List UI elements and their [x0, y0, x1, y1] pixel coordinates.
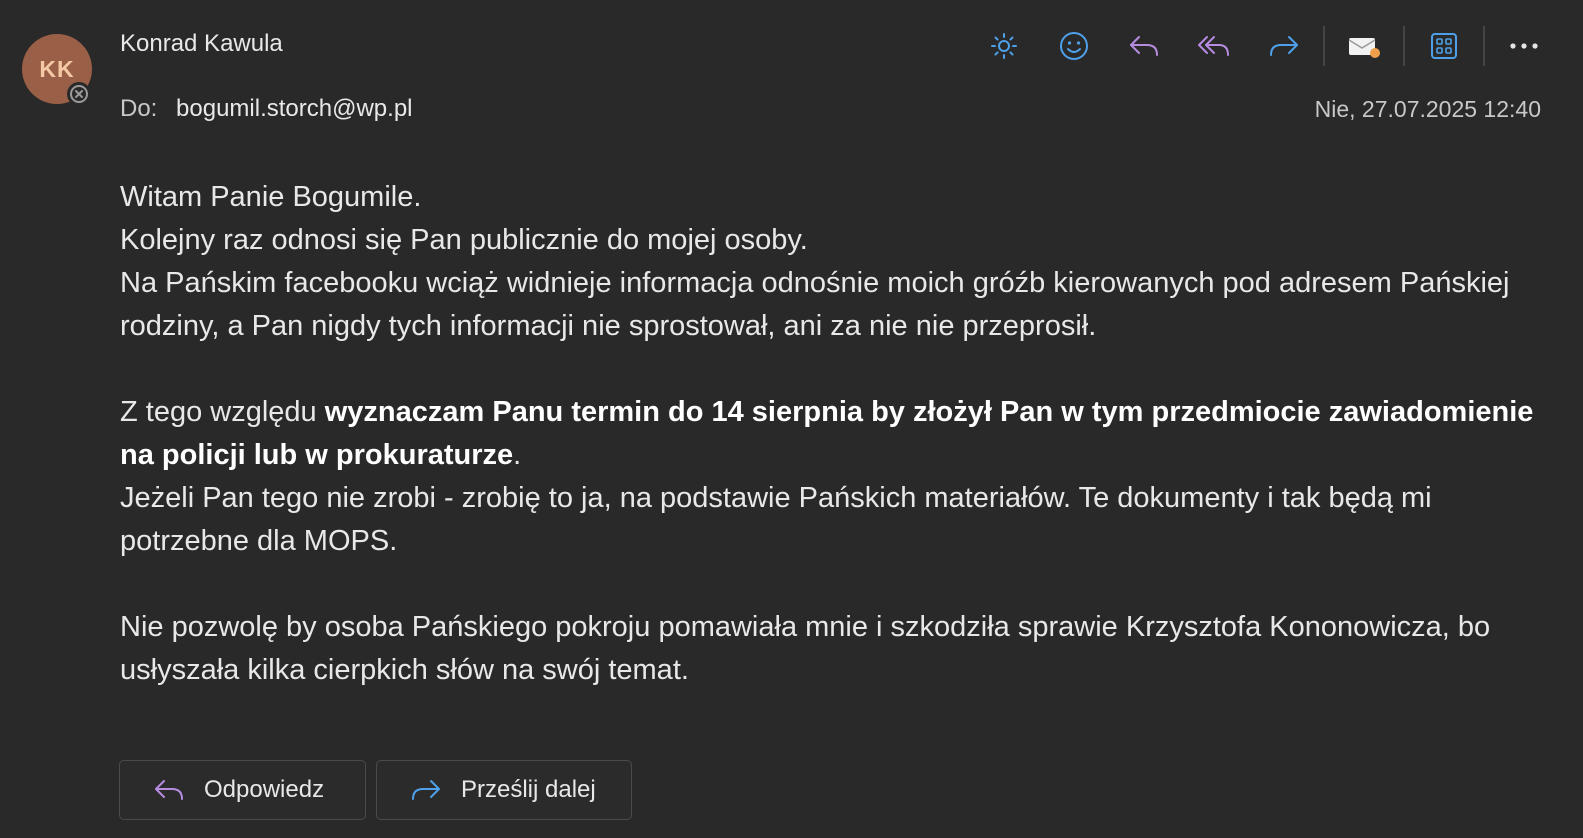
body-line: Na Pańskim facebooku wciąż widnieje info… — [120, 267, 1510, 342]
reply-action-button[interactable]: Odpowiedz — [119, 760, 366, 820]
body-bold-segment: wyznaczam Panu termin do 14 sierpnia by … — [120, 396, 1534, 471]
body-line: Jeżeli Pan tego nie zrobi - zrobię to ja… — [120, 482, 1432, 557]
body-text-segment: Z tego względu — [120, 396, 325, 428]
reply-all-icon — [1198, 36, 1229, 56]
reply-all-button[interactable] — [1190, 22, 1238, 70]
message-body: Witam Panie Bogumile. Kolejny raz odnosi… — [120, 176, 1540, 692]
mark-message-icon — [1348, 38, 1380, 58]
forward-button[interactable] — [1260, 22, 1308, 70]
apps-button[interactable] — [1420, 22, 1468, 70]
apps-icon — [1431, 33, 1457, 59]
mark-message-button[interactable] — [1340, 22, 1388, 70]
brightness-icon — [991, 33, 1017, 59]
brightness-button[interactable] — [980, 22, 1028, 70]
message-actions: Odpowiedz Prześlij dalej — [119, 760, 632, 820]
reply-button[interactable] — [1120, 22, 1168, 70]
reply-icon — [1130, 36, 1158, 56]
to-label: Do: — [120, 95, 158, 122]
forward-action-button[interactable]: Prześlij dalej — [376, 760, 632, 820]
body-paragraph: Nie pozwolę by osoba Pańskiego pokroju p… — [120, 611, 1491, 686]
more-options-button[interactable] — [1500, 22, 1548, 70]
sender-name[interactable]: Konrad Kawula — [120, 30, 283, 58]
toolbar-divider — [1323, 26, 1325, 66]
more-icon — [1510, 43, 1538, 49]
body-paragraph: Z tego względu wyznaczam Panu termin do … — [120, 391, 1540, 477]
body-line: Kolejny raz odnosi się Pan publicznie do… — [120, 224, 808, 256]
avatar-initials: KK — [39, 55, 75, 82]
emoji-button[interactable] — [1050, 22, 1098, 70]
body-line: Witam Panie Bogumile. — [120, 181, 422, 213]
forward-icon — [1270, 36, 1298, 56]
reply-icon — [152, 776, 186, 804]
forward-action-label: Prześlij dalej — [461, 776, 596, 803]
recipient-line: Do: bogumil.storch@wp.pl — [120, 95, 413, 123]
message-date: Nie, 27.07.2025 12:40 — [1314, 96, 1541, 122]
toolbar-divider — [1483, 26, 1485, 66]
toolbar-divider — [1403, 26, 1405, 66]
body-text-segment: . — [513, 439, 522, 471]
emoji-icon — [1060, 32, 1088, 60]
message-toolbar — [980, 22, 1559, 70]
recipient-address[interactable]: bogumil.storch@wp.pl — [176, 95, 412, 122]
reply-action-label: Odpowiedz — [204, 776, 325, 803]
forward-icon — [409, 776, 443, 804]
presence-status-icon — [67, 82, 91, 106]
